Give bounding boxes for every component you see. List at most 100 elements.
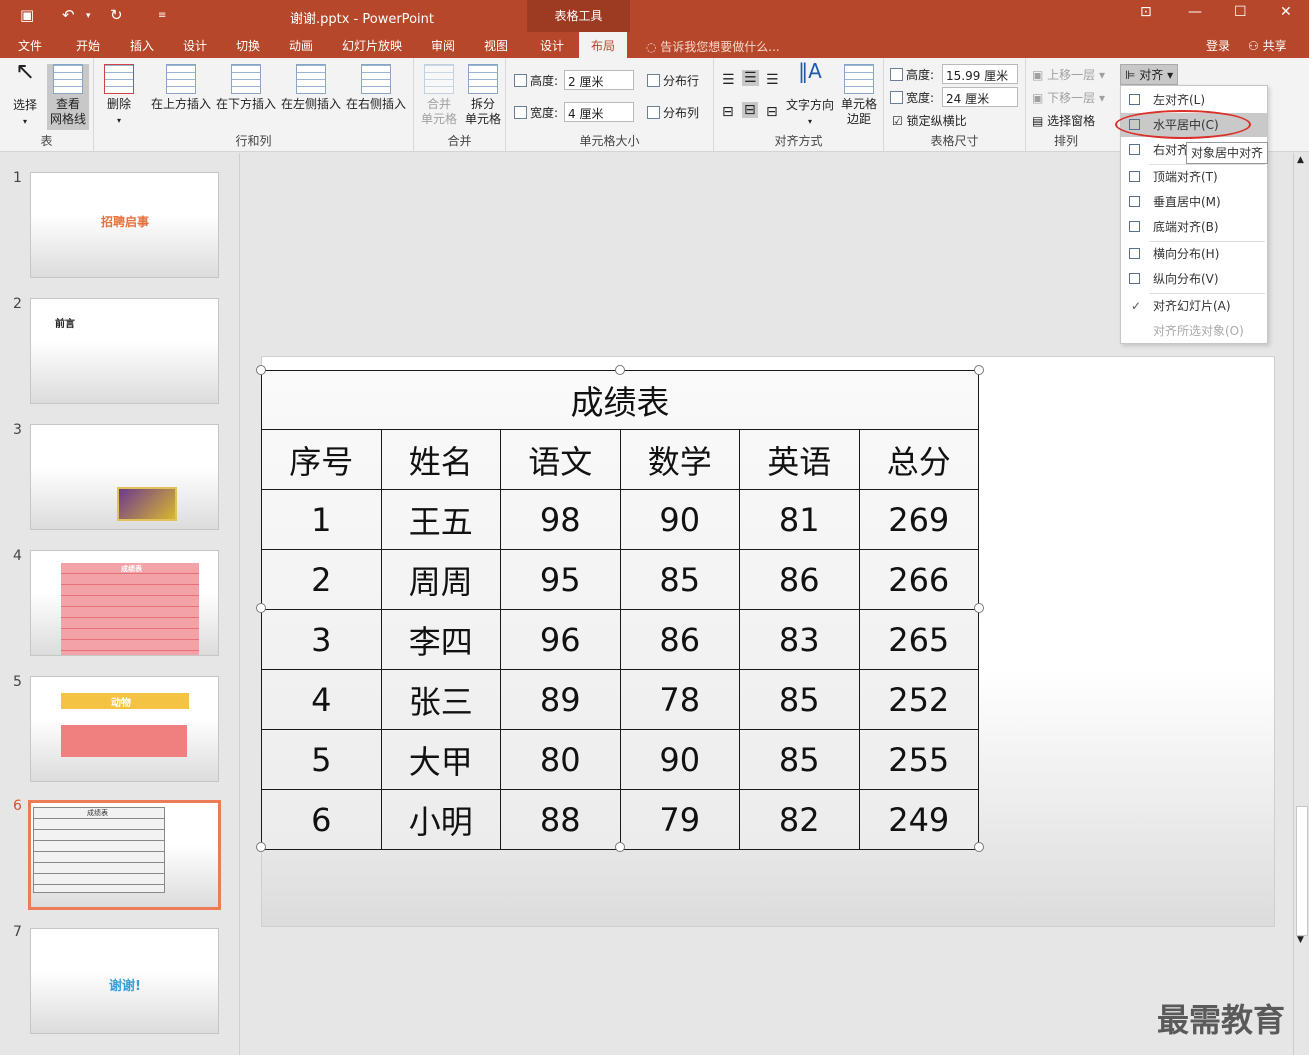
- view-gridlines-button[interactable]: 查看 网格线: [47, 64, 89, 130]
- select-button[interactable]: ↖ 选择 ▾: [6, 59, 44, 129]
- align-bottom-icon[interactable]: ⊟: [766, 104, 778, 120]
- maximize-icon[interactable]: ☐: [1234, 4, 1247, 20]
- resize-handle-bottom-left[interactable]: [256, 842, 266, 852]
- slide-thumbnail-5[interactable]: 动物: [30, 676, 219, 782]
- table-cell[interactable]: 96: [500, 609, 621, 670]
- lock-aspect-ratio-checkbox[interactable]: ☑ 锁定纵横比: [892, 112, 967, 129]
- ribbon-display-icon[interactable]: ⊡: [1140, 4, 1152, 20]
- undo-dropdown-icon[interactable]: ▾: [86, 11, 91, 21]
- bring-forward-button[interactable]: ▣ 上移一层 ▾: [1032, 66, 1105, 83]
- table-cell[interactable]: 95: [500, 549, 621, 610]
- table-cell[interactable]: 255: [858, 729, 979, 790]
- tab-insert[interactable]: 插入: [130, 37, 154, 54]
- slide-thumbnail-pane[interactable]: 1 招聘启事 2 前言 3 4 成绩表 5 动物 6 成绩表 7 谢谢!: [0, 153, 240, 1055]
- distribute-rows-button[interactable]: 分布行: [647, 72, 699, 89]
- resize-handle-top[interactable]: [615, 365, 625, 375]
- table-cell[interactable]: 269: [858, 489, 979, 550]
- tell-me-search[interactable]: ◌ 告诉我您想要做什么...: [646, 38, 780, 55]
- table-cell[interactable]: 83: [739, 609, 860, 670]
- table-cell[interactable]: 小明: [380, 789, 501, 850]
- table-cell[interactable]: 张三: [380, 669, 501, 730]
- table-cell[interactable]: 88: [500, 789, 621, 850]
- table-cell[interactable]: 3: [261, 609, 382, 670]
- header-cell[interactable]: 数学: [619, 429, 740, 490]
- header-cell[interactable]: 英语: [739, 429, 860, 490]
- header-cell[interactable]: 姓名: [380, 429, 501, 490]
- table-cell[interactable]: 89: [500, 669, 621, 730]
- table-cell[interactable]: 李四: [380, 609, 501, 670]
- split-cells-button[interactable]: 拆分 单元格: [462, 64, 504, 127]
- slide-thumbnail-4[interactable]: 成绩表: [30, 550, 219, 656]
- save-icon[interactable]: ▣: [20, 6, 34, 24]
- insert-below-button[interactable]: 在下方插入: [215, 64, 277, 112]
- menu-item-align-middle[interactable]: 垂直居中(M): [1121, 190, 1267, 214]
- resize-handle-bottom-right[interactable]: [974, 842, 984, 852]
- menu-item-distribute-horizontally[interactable]: 横向分布(H): [1121, 242, 1267, 266]
- table-title[interactable]: 成绩表: [261, 370, 979, 430]
- menu-item-distribute-vertically[interactable]: 纵向分布(V): [1121, 267, 1267, 291]
- align-left-text-icon[interactable]: ☰: [722, 72, 735, 88]
- grade-table[interactable]: 成绩表 序号 姓名 语文 数学 英语 总分 1 王五 98 90 81 269 2 周周 95…: [261, 370, 979, 850]
- resize-handle-right[interactable]: [974, 603, 984, 613]
- vertical-scrollbar[interactable]: ▲ ▼: [1293, 153, 1309, 1055]
- table-cell[interactable]: 86: [739, 549, 860, 610]
- tab-animations[interactable]: 动画: [289, 37, 313, 54]
- table-cell[interactable]: 249: [858, 789, 979, 850]
- scroll-down-icon[interactable]: ▼: [1297, 935, 1304, 945]
- tab-home[interactable]: 开始: [76, 37, 100, 54]
- align-top-icon[interactable]: ⊟: [722, 104, 734, 120]
- table-cell[interactable]: 252: [858, 669, 979, 730]
- cell-margins-button[interactable]: 单元格 边距: [838, 64, 880, 127]
- align-right-text-icon[interactable]: ☰: [766, 72, 779, 88]
- redo-icon[interactable]: ↻: [110, 6, 123, 24]
- undo-icon[interactable]: ↶: [62, 6, 75, 24]
- center-vertically-icon[interactable]: ⊟: [742, 102, 758, 118]
- table-cell[interactable]: 6: [261, 789, 382, 850]
- table-cell[interactable]: 78: [619, 669, 740, 730]
- menu-item-align-top[interactable]: 顶端对齐(T): [1121, 165, 1267, 189]
- tab-table-layout[interactable]: 布局: [579, 32, 628, 58]
- resize-handle-bottom[interactable]: [615, 842, 625, 852]
- tab-design[interactable]: 设计: [183, 37, 207, 54]
- table-cell[interactable]: 1: [261, 489, 382, 550]
- tab-transitions[interactable]: 切换: [236, 37, 260, 54]
- insert-left-button[interactable]: 在左侧插入: [280, 64, 342, 112]
- table-width-input[interactable]: 24 厘米: [942, 87, 1018, 107]
- table-cell[interactable]: 79: [619, 789, 740, 850]
- table-cell[interactable]: 265: [858, 609, 979, 670]
- cell-width-input[interactable]: 4 厘米: [564, 102, 634, 122]
- insert-above-button[interactable]: 在上方插入: [150, 64, 212, 112]
- insert-right-button[interactable]: 在右侧插入: [345, 64, 407, 112]
- menu-item-align-bottom[interactable]: 底端对齐(B): [1121, 215, 1267, 239]
- cell-height-input[interactable]: 2 厘米: [564, 70, 634, 90]
- table-cell[interactable]: 周周: [380, 549, 501, 610]
- table-cell[interactable]: 4: [261, 669, 382, 730]
- tab-file[interactable]: 文件: [18, 37, 42, 54]
- resize-handle-top-left[interactable]: [256, 365, 266, 375]
- table-cell[interactable]: 266: [858, 549, 979, 610]
- menu-item-align-left[interactable]: 左对齐(L): [1121, 88, 1267, 112]
- slide-thumbnail-2[interactable]: 前言: [30, 298, 219, 404]
- send-backward-button[interactable]: ▣ 下移一层 ▾: [1032, 89, 1105, 106]
- slide-thumbnail-1[interactable]: 招聘启事: [30, 172, 219, 278]
- table-cell[interactable]: 90: [619, 729, 740, 790]
- slide-thumbnail-7[interactable]: 谢谢!: [30, 928, 219, 1034]
- menu-item-align-selected-objects[interactable]: 对齐所选对象(O): [1121, 319, 1267, 343]
- minimize-icon[interactable]: —: [1188, 4, 1202, 20]
- table-cell[interactable]: 5: [261, 729, 382, 790]
- center-text-icon[interactable]: ☰: [742, 70, 759, 86]
- table-cell[interactable]: 82: [739, 789, 860, 850]
- login-link[interactable]: 登录: [1206, 37, 1230, 54]
- table-cell[interactable]: 90: [619, 489, 740, 550]
- resize-handle-left[interactable]: [256, 603, 266, 613]
- header-cell[interactable]: 序号: [261, 429, 382, 490]
- align-button[interactable]: ⊫ 对齐 ▾: [1120, 64, 1179, 85]
- table-cell[interactable]: 80: [500, 729, 621, 790]
- table-cell[interactable]: 85: [739, 669, 860, 730]
- table-height-input[interactable]: 15.99 厘米: [942, 64, 1018, 84]
- merge-cells-button[interactable]: 合并 单元格: [418, 64, 460, 127]
- table-cell[interactable]: 85: [739, 729, 860, 790]
- slide-thumbnail-3[interactable]: [30, 424, 219, 530]
- table-cell[interactable]: 81: [739, 489, 860, 550]
- table-cell[interactable]: 98: [500, 489, 621, 550]
